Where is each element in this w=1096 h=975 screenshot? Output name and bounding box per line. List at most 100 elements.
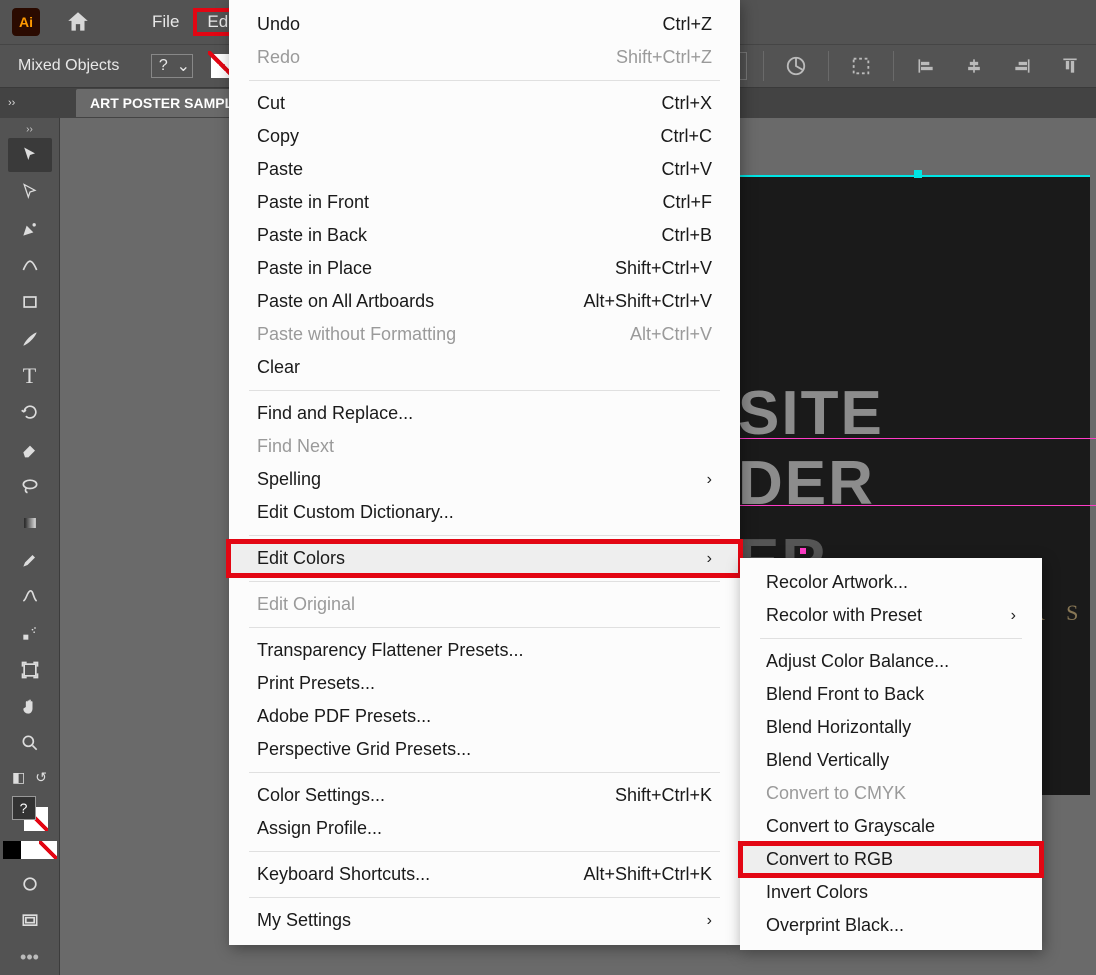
symbol-sprayer-tool[interactable] — [8, 616, 52, 651]
eraser-tool[interactable] — [8, 432, 52, 467]
submenu-item-blend-horizontally[interactable]: Blend Horizontally — [740, 711, 1042, 744]
menu-item-edit-custom-dictionary[interactable]: Edit Custom Dictionary... — [229, 496, 740, 529]
menu-item-shortcut: Ctrl+F — [663, 192, 713, 213]
align-top-icon[interactable] — [1054, 50, 1086, 82]
menu-item-label: Assign Profile... — [257, 818, 382, 839]
submenu-item-convert-to-rgb[interactable]: Convert to RGB — [740, 843, 1042, 876]
menu-item-assign-profile[interactable]: Assign Profile... — [229, 812, 740, 845]
color-mode-none[interactable] — [39, 841, 57, 859]
rotate-tool[interactable] — [8, 395, 52, 430]
draw-mode-icon[interactable] — [8, 867, 52, 902]
control-bar-right: % › — [683, 44, 1096, 88]
paintbrush-tool[interactable] — [8, 322, 52, 357]
home-icon[interactable] — [58, 2, 98, 42]
curvature-tool[interactable] — [8, 248, 52, 283]
menu-item-shortcut: Ctrl+B — [661, 225, 712, 246]
selection-tool[interactable] — [8, 138, 52, 173]
menu-item-label: Copy — [257, 126, 299, 147]
submenu-item-recolor-with-preset[interactable]: Recolor with Preset › — [740, 599, 1042, 632]
menu-item-paste-in-front[interactable]: Paste in FrontCtrl+F — [229, 186, 740, 219]
menu-item-label: Blend Vertically — [766, 750, 889, 771]
menu-item-find-and-replace[interactable]: Find and Replace... — [229, 397, 740, 430]
menu-item-my-settings[interactable]: My Settings› — [229, 904, 740, 937]
menu-item-shortcut: Alt+Shift+Ctrl+K — [583, 864, 712, 885]
fill-swatch-icon[interactable]: ? — [12, 796, 36, 820]
align-center-icon[interactable] — [958, 50, 990, 82]
zoom-tool[interactable] — [8, 726, 52, 761]
menu-item-label: Cut — [257, 93, 285, 114]
submenu-item-recolor-artwork[interactable]: Recolor Artwork... — [740, 566, 1042, 599]
blend-tool[interactable] — [8, 579, 52, 614]
menu-item-paste-on-all-artboards[interactable]: Paste on All ArtboardsAlt+Shift+Ctrl+V — [229, 285, 740, 318]
screen-mode-icon[interactable] — [8, 903, 52, 938]
menu-item-label: Clear — [257, 357, 300, 378]
tools-panel: ›› T ◧ ↺ ? ••• — [0, 118, 60, 975]
menu-item-edit-original: Edit Original — [229, 588, 740, 621]
hand-tool[interactable] — [8, 689, 52, 724]
menu-item-paste-in-place[interactable]: Paste in PlaceShift+Ctrl+V — [229, 252, 740, 285]
rectangle-tool[interactable] — [8, 285, 52, 320]
menu-item-shortcut: Ctrl+C — [660, 126, 712, 147]
submenu-item-overprint-black[interactable]: Overprint Black... — [740, 909, 1042, 942]
menu-item-adobe-pdf-presets[interactable]: Adobe PDF Presets... — [229, 700, 740, 733]
menu-item-undo[interactable]: UndoCtrl+Z — [229, 8, 740, 41]
transform-icon[interactable] — [845, 50, 877, 82]
color-mode-row — [3, 841, 57, 859]
menu-item-label: Redo — [257, 47, 300, 68]
expand-tools-icon[interactable]: ›› — [0, 124, 59, 136]
edit-toolbar-icon[interactable]: ••• — [8, 940, 52, 975]
artboard-tool[interactable] — [8, 653, 52, 688]
menu-item-paste[interactable]: PasteCtrl+V — [229, 153, 740, 186]
menu-item-label: Color Settings... — [257, 785, 385, 806]
direct-selection-tool[interactable] — [8, 174, 52, 209]
pen-tool[interactable] — [8, 211, 52, 246]
fill-stroke-swap-icon[interactable]: ↺ — [35, 769, 47, 786]
menu-file[interactable]: File — [138, 8, 193, 36]
menu-item-print-presets[interactable]: Print Presets... — [229, 667, 740, 700]
fill-dropdown[interactable]: ? ⌄ — [151, 54, 193, 78]
canvas-text[interactable]: DER — [738, 448, 875, 519]
menu-item-copy[interactable]: Copy Ctrl+C — [229, 120, 740, 153]
align-left-icon[interactable] — [910, 50, 942, 82]
submenu-item-blend-front-to-back[interactable]: Blend Front to Back — [740, 678, 1042, 711]
menu-item-label: Undo — [257, 14, 300, 35]
menu-item-label: Recolor with Preset — [766, 605, 922, 626]
menu-item-label: Edit Original — [257, 594, 355, 615]
menu-item-clear[interactable]: Clear — [229, 351, 740, 384]
divider — [763, 51, 764, 81]
menu-item-cut[interactable]: Cut Ctrl+X — [229, 87, 740, 120]
chevron-right-icon: › — [1011, 607, 1016, 625]
menu-item-label: Paste without Formatting — [257, 324, 456, 345]
menu-item-transparency-flattener-presets[interactable]: Transparency Flattener Presets... — [229, 634, 740, 667]
gradient-tool[interactable] — [8, 505, 52, 540]
fill-stroke-default-icon[interactable]: ◧ — [12, 769, 25, 786]
menu-item-keyboard-shortcuts[interactable]: Keyboard Shortcuts...Alt+Shift+Ctrl+K — [229, 858, 740, 891]
menu-item-paste-in-back[interactable]: Paste in BackCtrl+B — [229, 219, 740, 252]
menu-item-label: Recolor Artwork... — [766, 572, 908, 593]
divider — [893, 51, 894, 81]
lasso-tool[interactable] — [8, 469, 52, 504]
color-mode-gradient[interactable] — [21, 841, 39, 859]
menu-item-shortcut: Ctrl+X — [661, 93, 712, 114]
menu-item-perspective-grid-presets[interactable]: Perspective Grid Presets... — [229, 733, 740, 766]
eyedropper-tool[interactable] — [8, 542, 52, 577]
expand-panels-icon[interactable]: ›› — [8, 97, 26, 109]
fill-stroke-control[interactable]: ? — [12, 796, 48, 831]
align-right-icon[interactable] — [1006, 50, 1038, 82]
submenu-item-convert-to-grayscale[interactable]: Convert to Grayscale — [740, 810, 1042, 843]
submenu-item-invert-colors[interactable]: Invert Colors — [740, 876, 1042, 909]
submenu-item-adjust-color-balance[interactable]: Adjust Color Balance... — [740, 645, 1042, 678]
document-tab[interactable]: ART POSTER SAMPL — [76, 89, 247, 117]
recolor-wheel-icon[interactable] — [780, 50, 812, 82]
color-mode-solid[interactable] — [3, 841, 21, 859]
menu-item-spelling[interactable]: Spelling› — [229, 463, 740, 496]
menu-item-color-settings[interactable]: Color Settings...Shift+Ctrl+K — [229, 779, 740, 812]
canvas-text[interactable]: SITE — [738, 378, 884, 449]
type-tool[interactable]: T — [8, 358, 52, 393]
menu-item-edit-colors[interactable]: Edit Colors› — [229, 542, 740, 575]
chevron-down-icon: ⌄ — [174, 55, 192, 77]
menu-item-shortcut: Shift+Ctrl+Z — [616, 47, 712, 68]
menu-item-shortcut: Shift+Ctrl+V — [615, 258, 712, 279]
submenu-item-blend-vertically[interactable]: Blend Vertically — [740, 744, 1042, 777]
chevron-right-icon: › — [707, 912, 712, 930]
